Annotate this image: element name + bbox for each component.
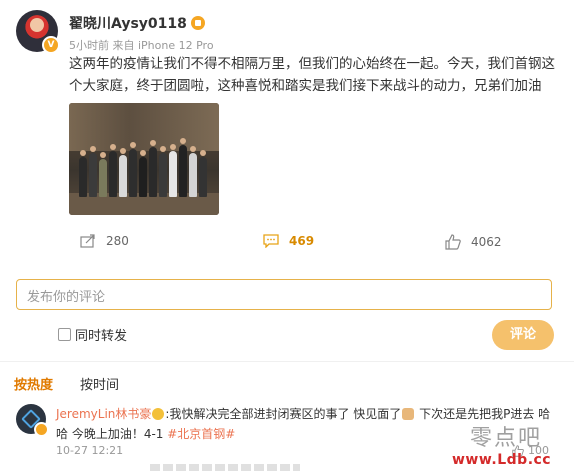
comment-input[interactable]: 发布你的评论 (16, 279, 552, 310)
next-comment-preview (150, 464, 300, 471)
share-icon (80, 234, 95, 248)
comment-hashtag[interactable]: #北京首钢# (167, 427, 235, 441)
vip-crown-icon (190, 16, 205, 30)
verified-badge-icon (34, 422, 49, 437)
photo-person (79, 150, 87, 197)
comment-action[interactable]: 469 (263, 234, 314, 248)
photo-person (119, 148, 127, 197)
photo-background (69, 103, 219, 151)
verified-badge-icon: V (42, 36, 60, 54)
repost-checkbox[interactable] (58, 328, 71, 341)
author-avatar[interactable]: V (16, 10, 60, 54)
commenter-avatar[interactable] (16, 404, 49, 437)
handshake-emoji-icon (402, 408, 415, 420)
photo-person (179, 138, 187, 197)
commenter-name[interactable]: JeremyLin林书豪 (56, 407, 151, 421)
avatar-figure (30, 18, 44, 32)
comment-text-part: :我快解决完全部进封闭赛区的事了 快见面了 (165, 407, 402, 421)
photo-person (129, 142, 137, 197)
photo-person (159, 146, 167, 197)
post-meta: 5小时前 来自 iPhone 12 Pro (69, 39, 214, 52)
author-name-text[interactable]: 翟晓川Aysy0118 (69, 16, 187, 32)
share-action[interactable]: 280 (80, 234, 129, 248)
watermark-text: 零点吧 (470, 426, 543, 451)
photo-person (139, 150, 147, 197)
like-action[interactable]: 4062 (445, 234, 502, 250)
post-photo[interactable] (69, 103, 219, 215)
tab-sort-by-hot[interactable]: 按热度 (14, 374, 53, 393)
photo-person (189, 146, 197, 197)
photo-person (109, 144, 117, 197)
smile-emoji-icon (152, 408, 165, 420)
submit-comment-button[interactable]: 评论 (492, 320, 554, 350)
like-count: 4062 (471, 235, 502, 249)
share-count: 280 (106, 234, 129, 248)
thumbs-up-icon (445, 234, 461, 250)
watermark-url: www.Ldb.cc (452, 452, 552, 468)
photo-person (199, 150, 207, 197)
photo-person (169, 144, 177, 197)
comment-icon (263, 234, 279, 248)
comment-time: 10-27 12:21 (56, 444, 124, 457)
divider (0, 361, 574, 362)
photo-person (149, 140, 157, 197)
photo-person (89, 146, 97, 197)
photo-person (99, 152, 107, 197)
comment-count: 469 (289, 234, 315, 248)
post-body: 这两年的疫情让我们不得不相隔万里，但我们的心始终在一起。今天，我们首钢这个大家庭… (69, 56, 555, 94)
tab-sort-by-time[interactable]: 按时间 (80, 374, 119, 393)
author-name[interactable]: 翟晓川Aysy0118 (69, 13, 205, 33)
repost-label: 同时转发 (75, 329, 128, 344)
